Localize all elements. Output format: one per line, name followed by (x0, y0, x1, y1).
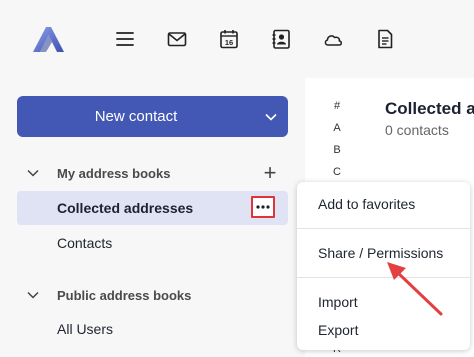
cloud-icon[interactable] (321, 27, 345, 51)
calendar-day-text: 16 (225, 38, 233, 47)
menu-item-export[interactable]: Export (297, 316, 470, 344)
letter-index-item[interactable]: C (325, 166, 349, 178)
address-book-label: All Users (57, 321, 114, 337)
content-title: Collected a (385, 99, 474, 118)
section-public-address-books[interactable]: Public address books (0, 280, 305, 310)
address-book-all-users[interactable]: All Users (17, 312, 288, 346)
menu-item-share-permissions[interactable]: Share / Permissions (297, 239, 470, 267)
new-contact-label: New contact (94, 108, 178, 125)
letter-index-item[interactable]: B (325, 144, 349, 156)
ellipsis-icon (256, 205, 270, 209)
menu-item-label: Export (318, 322, 359, 338)
menu-divider (297, 228, 470, 229)
notes-icon[interactable] (373, 27, 397, 51)
contact-count: 0 contacts (385, 122, 449, 138)
top-bar: 16 (0, 0, 474, 78)
address-book-context-menu: Add to favorites Share / Permissions Imp… (297, 182, 470, 350)
section-my-address-books[interactable]: My address books + (0, 158, 305, 188)
chevron-down-icon[interactable] (26, 166, 40, 180)
address-books-pane: New contact My address books + Collected… (0, 78, 305, 357)
section-title: Public address books (57, 287, 192, 303)
app-logo[interactable] (30, 24, 66, 54)
menu-icon[interactable] (113, 27, 137, 51)
menu-item-label: Add to favorites (318, 196, 416, 212)
menu-item-label: Share / Permissions (318, 245, 444, 261)
add-address-book-button[interactable]: + (260, 162, 280, 184)
address-book-label: Contacts (57, 235, 113, 251)
address-book-contacts[interactable]: Contacts (17, 226, 288, 260)
new-contact-button[interactable]: New contact (17, 96, 288, 137)
more-options-button[interactable] (251, 196, 275, 218)
menu-item-add-to-favorites[interactable]: Add to favorites (297, 190, 470, 218)
letter-index-item[interactable]: A (325, 122, 349, 134)
chevron-down-icon[interactable] (254, 96, 288, 137)
letter-index-item[interactable]: # (325, 100, 349, 112)
menu-item-label: Import (318, 294, 358, 310)
chevron-down-icon[interactable] (26, 288, 40, 302)
menu-divider (297, 277, 470, 278)
section-title: My address books (57, 165, 171, 181)
calendar-icon[interactable]: 16 (217, 27, 241, 51)
mail-icon[interactable] (165, 27, 189, 51)
menu-item-import[interactable]: Import (297, 288, 470, 316)
address-book-label: Collected addresses (57, 200, 194, 216)
contacts-icon[interactable] (269, 27, 293, 51)
address-book-collected-addresses[interactable]: Collected addresses (17, 191, 288, 225)
